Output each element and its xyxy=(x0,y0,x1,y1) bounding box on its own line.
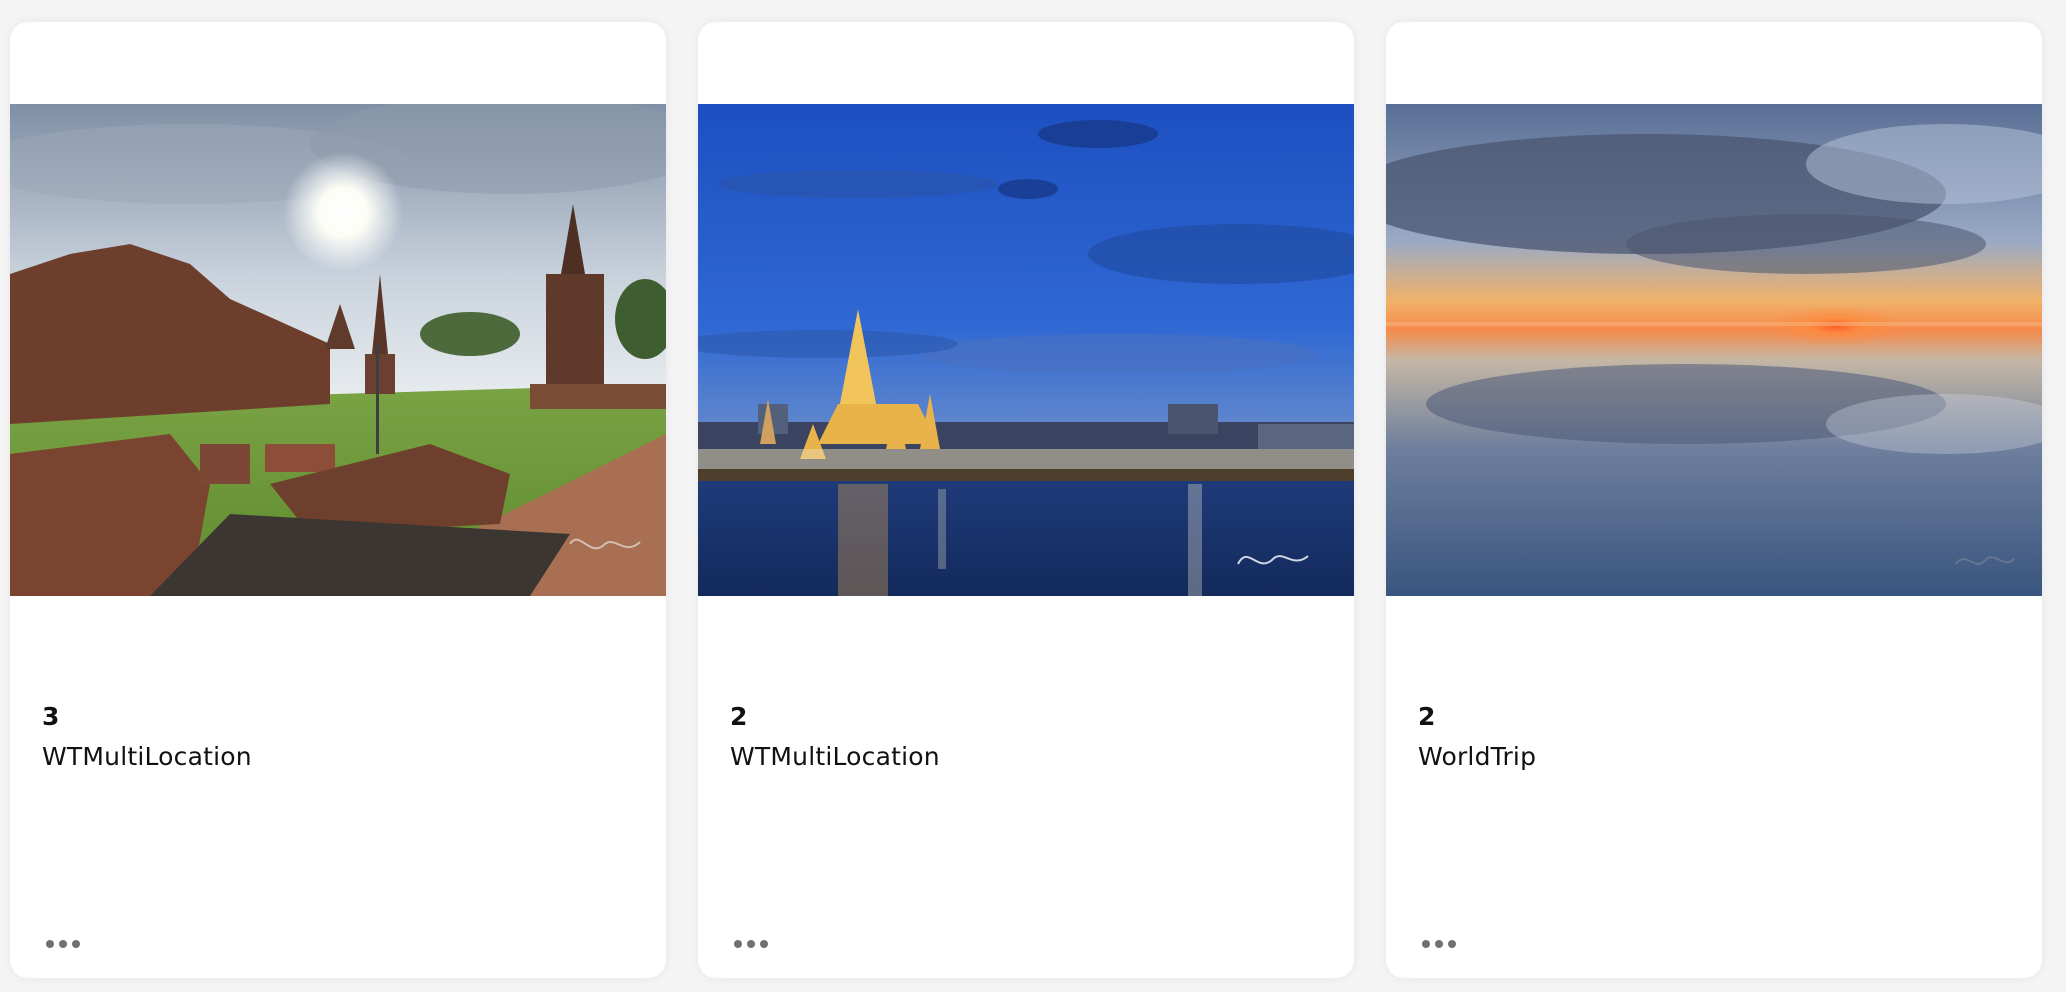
more-dot xyxy=(734,940,742,948)
album-thumbnail[interactable] xyxy=(1386,104,2042,596)
more-dot xyxy=(760,940,768,948)
album-photo-count: 3 xyxy=(42,702,60,731)
album-card[interactable]: 2 WorldTrip xyxy=(1386,22,2042,978)
album-card[interactable]: 3 WTMultiLocation xyxy=(10,22,666,978)
album-name: WTMultiLocation xyxy=(42,742,252,771)
more-dot xyxy=(72,940,80,948)
album-photo-count: 2 xyxy=(730,702,748,731)
more-horizontal-icon[interactable] xyxy=(734,934,774,954)
thumbnail-image-ruins xyxy=(10,104,666,596)
more-dot xyxy=(1448,940,1456,948)
more-horizontal-icon[interactable] xyxy=(46,934,86,954)
more-dot xyxy=(59,940,67,948)
more-horizontal-icon[interactable] xyxy=(1422,934,1462,954)
album-photo-count: 2 xyxy=(1418,702,1436,731)
album-thumbnail[interactable] xyxy=(10,104,666,596)
more-dot xyxy=(1422,940,1430,948)
album-name: WTMultiLocation xyxy=(730,742,940,771)
album-grid: 3 WTMultiLocation 2 WTMultiLocation 2 Wo… xyxy=(0,0,2066,992)
album-thumbnail[interactable] xyxy=(698,104,1354,596)
thumbnail-image-temple-night xyxy=(698,104,1354,596)
album-card[interactable]: 2 WTMultiLocation xyxy=(698,22,1354,978)
album-name: WorldTrip xyxy=(1418,742,1537,771)
more-dot xyxy=(747,940,755,948)
thumbnail-image-sunset-reflection xyxy=(1386,104,2042,596)
more-dot xyxy=(46,940,54,948)
more-dot xyxy=(1435,940,1443,948)
